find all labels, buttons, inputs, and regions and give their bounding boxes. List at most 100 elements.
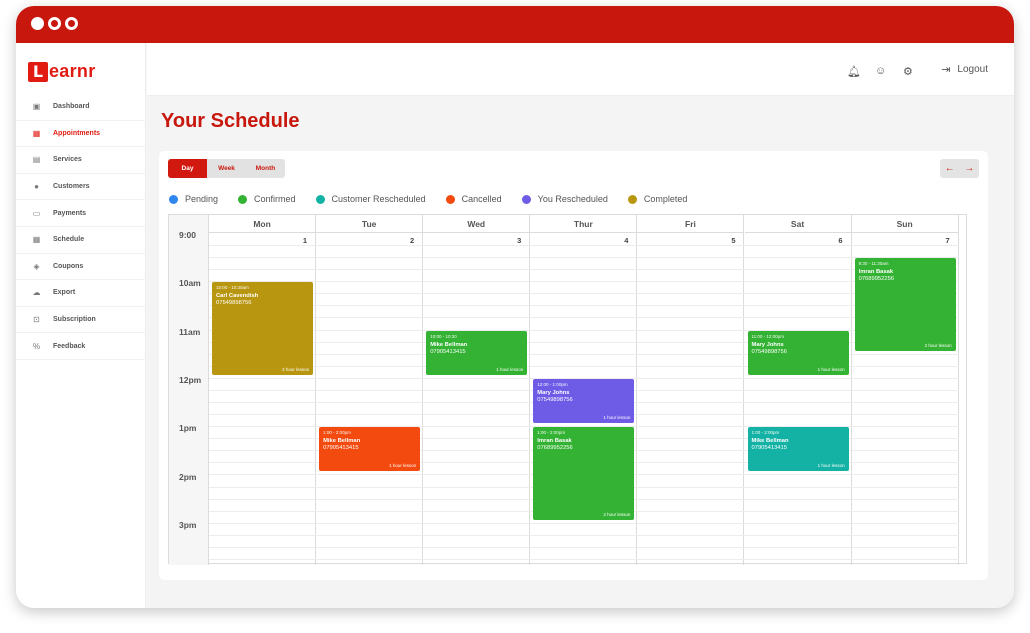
sidebar-item-dashboard[interactable]: ▣ Dashboard (16, 94, 146, 121)
event-lesson-length: 2 hour lesson (282, 366, 310, 372)
sidebar-item-label: Export (53, 289, 76, 297)
event-phone: 07549898756 (751, 348, 787, 355)
sidebar-item-payments[interactable]: ▭ Payments (16, 200, 146, 227)
event-time: 1:00 - 2:00pm (751, 430, 780, 436)
arrow-right-icon[interactable]: → (964, 163, 974, 174)
cloud-upload-icon: ☁ (32, 288, 41, 298)
event-lesson-length: 1 hour lesson (389, 463, 417, 469)
grid-line (209, 281, 959, 283)
appointment-event[interactable]: 1:00 - 2:00pm Imran Basak 07689952256 2 hou… (533, 427, 635, 520)
grid-line (209, 269, 959, 271)
sidebar-item-appointments[interactable]: ▦ Appointments (16, 121, 146, 148)
event-lesson-length: 2 hour lesson (603, 511, 631, 517)
sidebar-item-customers[interactable]: ● Customers (16, 174, 146, 201)
appointment-event[interactable]: 10:00 - 10:30 Mike Bellman 07905413415 1 ho… (426, 330, 528, 375)
legend-item-completed: Completed (627, 194, 687, 204)
event-customer-name: Imran Basak (858, 269, 894, 276)
calendar-check-icon: ▦ (32, 128, 41, 138)
event-customer-name: Mary Johns (751, 341, 784, 348)
time-label: 11am (179, 326, 201, 337)
event-phone: 07905413415 (323, 445, 359, 452)
sidebar-item-label: Appointments (53, 129, 101, 137)
grid-line (209, 317, 959, 319)
users-icon: ● (34, 182, 39, 192)
bell-icon[interactable]: 🔔︎ (847, 65, 861, 78)
sidebar-item-export[interactable]: ☁ Export (16, 280, 146, 307)
legend-label: Confirmed (254, 194, 296, 204)
appointment-event[interactable]: 11:00 - 12:00pm Mary Johns 07549898756 1 ho… (747, 330, 849, 375)
appointment-event[interactable]: 9:30 - 11:30am Imran Basak 07689952256 2 ho… (854, 258, 956, 351)
legend-item-customer-rescheduled: Customer Rescheduled (315, 194, 426, 204)
time-label: 2pm (179, 471, 197, 482)
view-month-button[interactable]: Month (246, 159, 285, 178)
sidebar-item-label: Services (53, 156, 82, 164)
day-header: Mon (209, 215, 316, 233)
date-navigation: ← → (940, 159, 979, 178)
event-lesson-length: 2 hour lesson (924, 342, 952, 348)
window-minimize-dot[interactable] (48, 17, 61, 30)
grid-line (209, 546, 959, 548)
sidebar-item-coupons[interactable]: ◈ Coupons (16, 254, 146, 281)
grid-line (209, 245, 959, 246)
arrow-left-icon[interactable]: ← (945, 163, 955, 174)
sidebar-item-label: Payments (53, 209, 87, 217)
title-bar (16, 6, 1014, 43)
event-time: 10:00 - 10:30am (216, 285, 249, 291)
appointment-event[interactable]: 1:00 - 2:00pm Mike Bellman 07905413415 1 ho… (747, 427, 849, 472)
week-calendar: 9:00 10am 11am 12pm 1pm 2pm 3pm Mon 1 Tue 2 Wed 3 Th… (168, 214, 967, 565)
window-close-dot[interactable] (31, 17, 44, 30)
sidebar-item-schedule[interactable]: ▦ Schedule (16, 227, 146, 254)
payment-icon: ▭ (32, 208, 41, 218)
services-icon: ▤ (32, 155, 41, 165)
percent-icon: % (32, 341, 41, 351)
sidebar-item-subscription[interactable]: ⊡ Subscription (16, 307, 146, 334)
event-phone: 07549898756 (216, 300, 252, 307)
event-customer-name: Mary Johns (537, 389, 570, 396)
event-time: 1:00 - 2:00pm (537, 430, 566, 436)
grid-line (209, 522, 959, 524)
legend-swatch (521, 194, 531, 204)
day-date: 1 (302, 236, 308, 245)
time-label: 3pm (179, 519, 197, 530)
day-date: 5 (731, 236, 736, 245)
time-label: 10am (179, 278, 201, 289)
grid-line (209, 305, 959, 307)
day-header: Thur (530, 215, 637, 233)
dashboard-icon: ▣ (32, 102, 41, 112)
day-date: 4 (624, 236, 629, 245)
legend-swatch (238, 194, 248, 204)
app-window: L earnr ▣ Dashboard ▦ Appointments ▤ Services… (16, 6, 1014, 608)
time-label: 12pm (179, 374, 202, 385)
legend-swatch (445, 194, 455, 204)
event-phone: 07905413415 (751, 445, 787, 452)
time-label: 1pm (179, 423, 197, 434)
logout-button[interactable]: ⇥ Logout (941, 63, 988, 76)
legend-label: Pending (185, 194, 219, 204)
sidebar-item-feedback[interactable]: % Feedback (16, 333, 146, 360)
appointment-event[interactable]: 1:00 - 2:00pm Mike Bellman 07905413415 1 ho… (319, 427, 421, 472)
window-maximize-dot[interactable] (65, 17, 78, 30)
event-customer-name: Imran Basak (537, 438, 572, 445)
event-customer-name: Mike Bellman (751, 438, 789, 445)
view-day-button[interactable]: Day (168, 159, 207, 178)
sidebar-item-services[interactable]: ▤ Services (16, 147, 146, 174)
gear-icon[interactable]: ⚙ (903, 65, 913, 78)
view-week-button[interactable]: Week (207, 159, 246, 178)
day-date: 6 (838, 236, 843, 245)
event-customer-name: Mike Bellman (323, 438, 361, 445)
legend-item-pending: Pending (169, 194, 218, 204)
sidebar: L earnr ▣ Dashboard ▦ Appointments ▤ Services… (16, 43, 146, 608)
user-icon[interactable]: ☺ (875, 65, 886, 77)
legend-swatch (627, 194, 637, 204)
event-customer-name: Carl Cavendish (216, 293, 259, 300)
day-header: Sun (851, 215, 958, 233)
event-phone: 07905413415 (430, 348, 466, 355)
day-header: Tue (316, 215, 423, 233)
time-label: 9:00 (179, 230, 197, 240)
day-header: Wed (423, 215, 530, 233)
lock-icon: ⊡ (33, 315, 40, 325)
appointment-event[interactable]: 12:00 - 1:00pm Mary Johns 07549898756 1 hou… (533, 378, 635, 424)
grid-line (209, 257, 959, 259)
appointment-event[interactable]: 10:00 - 10:30am Carl Cavendish 07549898756… (212, 282, 314, 375)
logo[interactable]: L earnr (28, 61, 96, 82)
